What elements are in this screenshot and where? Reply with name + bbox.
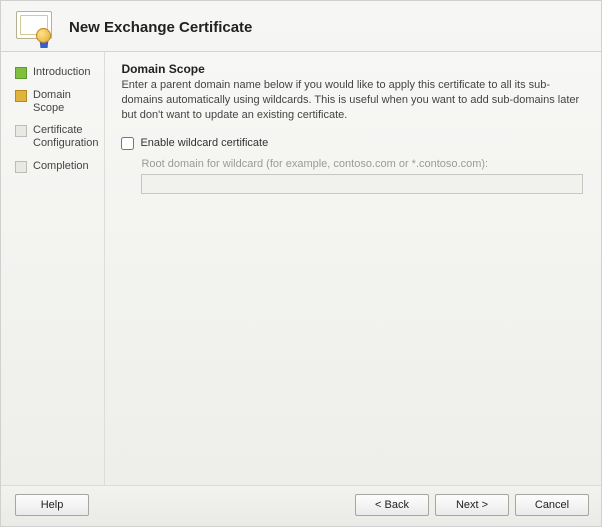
step-label: Certificate Configuration — [33, 124, 98, 149]
body: Introduction Domain Scope Certificate Co… — [1, 52, 601, 485]
help-button[interactable]: Help — [15, 494, 89, 516]
sidebar: Introduction Domain Scope Certificate Co… — [1, 52, 105, 485]
step-status-icon — [15, 90, 27, 102]
step-label: Domain Scope — [33, 89, 98, 114]
certificate-icon — [13, 9, 55, 45]
section-title: Domain Scope — [121, 62, 583, 76]
sidebar-step-domain-scope[interactable]: Domain Scope — [15, 89, 98, 114]
step-label: Completion — [33, 160, 89, 173]
step-status-icon — [15, 125, 27, 137]
content-panel: Domain Scope Enter a parent domain name … — [105, 52, 601, 485]
enable-wildcard-checkbox[interactable] — [121, 137, 134, 150]
cancel-button[interactable]: Cancel — [515, 494, 589, 516]
sidebar-step-introduction[interactable]: Introduction — [15, 66, 98, 79]
footer: Help < Back Next > Cancel — [1, 485, 601, 526]
page-title: New Exchange Certificate — [69, 19, 252, 36]
enable-wildcard-row[interactable]: Enable wildcard certificate — [121, 137, 583, 150]
enable-wildcard-label: Enable wildcard certificate — [140, 137, 268, 149]
back-button[interactable]: < Back — [355, 494, 429, 516]
section-description: Enter a parent domain name below if you … — [121, 78, 583, 123]
step-status-icon — [15, 161, 27, 173]
root-domain-block: Root domain for wildcard (for example, c… — [141, 158, 583, 194]
sidebar-step-completion[interactable]: Completion — [15, 160, 98, 173]
header: New Exchange Certificate — [1, 1, 601, 51]
root-domain-label: Root domain for wildcard (for example, c… — [141, 158, 583, 170]
next-button[interactable]: Next > — [435, 494, 509, 516]
step-label: Introduction — [33, 66, 90, 79]
root-domain-input[interactable] — [141, 174, 583, 194]
sidebar-step-certificate-configuration[interactable]: Certificate Configuration — [15, 124, 98, 149]
wizard-window: New Exchange Certificate Introduction Do… — [0, 0, 602, 527]
step-status-icon — [15, 67, 27, 79]
